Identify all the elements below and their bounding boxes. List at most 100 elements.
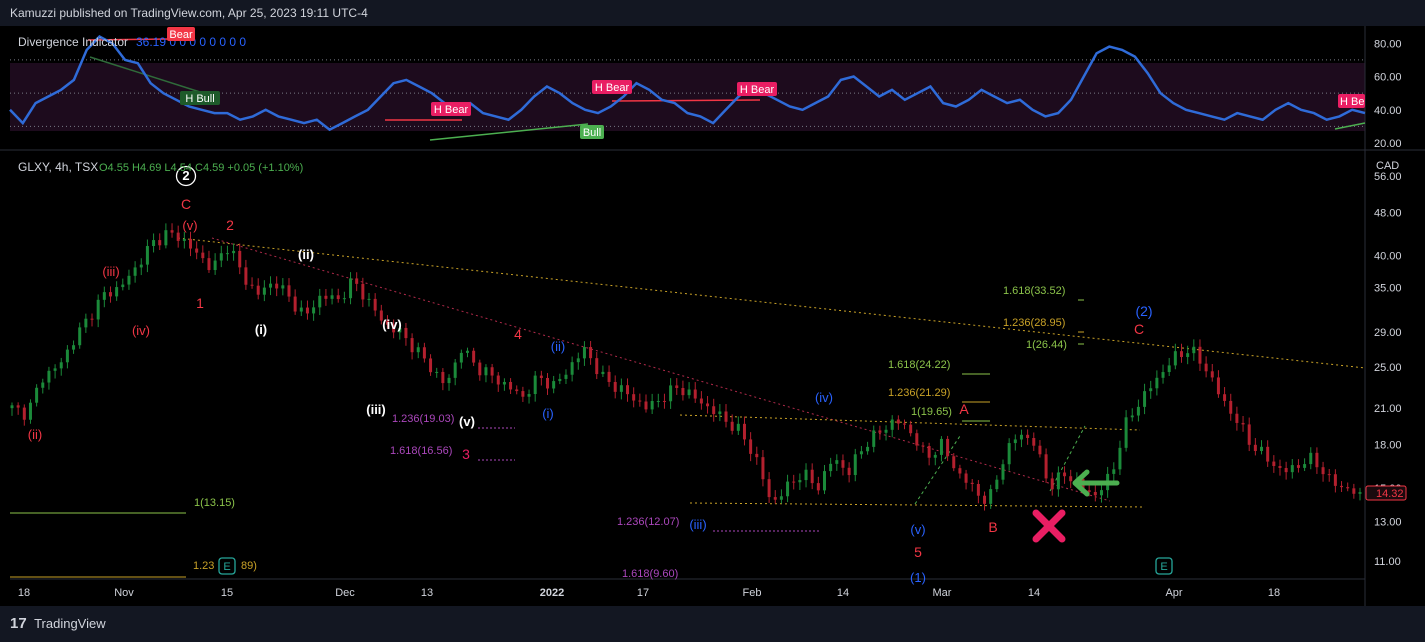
candle-body: [1296, 465, 1300, 468]
candle-body: [349, 278, 353, 299]
fib-label: 89): [241, 560, 257, 572]
candle-body: [28, 402, 32, 420]
time-tick-label: 18: [1268, 587, 1280, 599]
candle-body: [219, 253, 223, 261]
tradingview-logo-icon: 17: [10, 615, 27, 632]
candle-body: [207, 258, 211, 271]
candle-body: [1063, 472, 1067, 477]
candle-body: [121, 284, 125, 288]
candle-body: [730, 421, 734, 431]
wave-label: (iii): [102, 264, 119, 279]
fib-label: 1.618(16.56): [390, 445, 452, 457]
candle-body: [866, 446, 870, 452]
candle-body: [976, 483, 980, 496]
candle-body: [293, 296, 297, 312]
candle-body: [564, 374, 568, 379]
candle-body: [78, 327, 82, 346]
candle-body: [53, 368, 57, 371]
price-tick-label: 56.00: [1374, 171, 1402, 183]
candle-body: [447, 377, 451, 384]
wave-label: 1: [196, 295, 204, 311]
candle-body: [96, 299, 100, 320]
candle-body: [59, 362, 63, 369]
wave-label: (i): [542, 406, 554, 421]
candle-body: [1044, 454, 1048, 479]
candle-body: [761, 457, 765, 480]
candle-body: [502, 381, 506, 385]
candle-body: [238, 250, 242, 268]
candle-body: [1069, 476, 1073, 482]
time-tick-label: Nov: [114, 587, 134, 599]
time-tick-label: 2022: [540, 587, 564, 599]
candle-body: [946, 438, 950, 457]
wave-label: (iii): [366, 402, 386, 417]
candle-body: [65, 349, 69, 363]
candle-body: [269, 283, 273, 288]
price-tick-label: 18.00: [1374, 440, 1402, 452]
candle-body: [662, 400, 666, 402]
candle-body: [1013, 439, 1017, 444]
candle-body: [521, 391, 525, 397]
candle-body: [1001, 464, 1005, 480]
svg-text:H Bear: H Bear: [595, 82, 630, 94]
indicator-tick-label: 40.00: [1374, 105, 1402, 117]
candle-body: [903, 423, 907, 425]
candle-body: [890, 419, 894, 430]
chart-canvas[interactable]: 20.0040.0060.0080.00 11.0013.0015.0018.0…: [0, 26, 1425, 606]
candle-body: [182, 238, 186, 241]
price-tick-label: 40.00: [1374, 251, 1402, 263]
candle-body: [816, 483, 820, 491]
candle-body: [441, 371, 445, 384]
badge-hbull-1: H Bull: [180, 91, 220, 105]
candle-body: [176, 232, 180, 241]
candle-body: [859, 451, 863, 455]
candle-body: [1321, 467, 1325, 475]
time-tick-label: Mar: [933, 587, 952, 599]
candle-body: [669, 385, 673, 402]
candle-body: [1149, 388, 1153, 392]
candle-body: [773, 497, 777, 500]
fib-label: 1.236(21.29): [888, 387, 950, 399]
candle-body: [798, 480, 802, 483]
candle-body: [792, 481, 796, 483]
svg-text:Bear: Bear: [169, 29, 193, 41]
candle-body: [1112, 469, 1116, 474]
candle-body: [1026, 434, 1030, 438]
fib-label: 1.236(28.95): [1003, 317, 1065, 329]
candle-body: [47, 370, 51, 383]
candle-body: [1266, 446, 1270, 462]
symbol-title: GLXY, 4h, TSX: [18, 160, 98, 174]
candle-body: [84, 318, 88, 328]
fib-label: 1.618(33.52): [1003, 285, 1065, 297]
candle-body: [410, 338, 414, 353]
candle-body: [1272, 461, 1276, 466]
time-tick-label: 14: [1028, 587, 1040, 599]
candle-body: [970, 482, 974, 484]
candle-body: [1235, 413, 1239, 423]
candle-body: [552, 381, 556, 389]
candle-body: [127, 275, 131, 285]
candle-body: [1253, 444, 1257, 451]
candle-body: [533, 375, 537, 395]
candle-body: [841, 460, 845, 468]
candle-body: [1346, 487, 1350, 489]
wave-label: 4: [514, 326, 522, 342]
candle-body: [595, 358, 599, 375]
candle-body: [312, 307, 316, 314]
candle-body: [189, 238, 193, 249]
fib-label: 1.618(9.60): [622, 568, 678, 580]
candle-body: [527, 394, 531, 397]
candle-body: [835, 460, 839, 464]
candle-body: [1019, 434, 1023, 440]
candle-body: [361, 283, 365, 300]
candle-body: [1241, 422, 1245, 425]
svg-text:E: E: [1160, 561, 1167, 573]
candle-body: [115, 287, 119, 297]
candle-body: [1278, 465, 1282, 468]
candle-body: [1198, 346, 1202, 364]
fib-label: 1(26.44): [1026, 339, 1067, 351]
ohlc-values: O4.55 H4.69 L4.54 C4.59 +0.05 (+1.10%): [99, 162, 303, 174]
wave-label: (v): [459, 414, 475, 429]
candle-body: [1099, 490, 1103, 496]
candle-body: [1032, 437, 1036, 446]
